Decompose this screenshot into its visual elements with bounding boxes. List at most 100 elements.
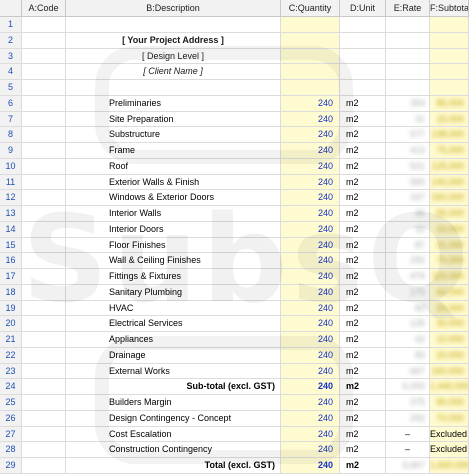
cell-quantity[interactable]: 240: [281, 410, 340, 426]
row-number[interactable]: 16: [0, 253, 22, 268]
total-quantity[interactable]: 240: [281, 458, 340, 473]
cell-rate[interactable]: 292: [386, 253, 430, 268]
cell-quantity[interactable]: 240: [281, 111, 340, 127]
cell-subtotal[interactable]: 85,000: [430, 95, 469, 111]
cell-code[interactable]: [22, 395, 66, 410]
cell-quantity[interactable]: 240: [281, 127, 340, 142]
cell-subtotal[interactable]: 75,000: [430, 143, 469, 158]
row-number[interactable]: 9: [0, 143, 22, 158]
cell-unit[interactable]: m2: [340, 269, 386, 284]
column-header-unit[interactable]: D:Unit: [340, 0, 386, 16]
cell-rate[interactable]: 375: [386, 395, 430, 410]
subtotal-label[interactable]: Sub-total (excl. GST): [66, 379, 281, 394]
column-header-quantity[interactable]: C:Quantity: [281, 0, 340, 16]
cell-unit[interactable]: m2: [340, 426, 386, 442]
row-number[interactable]: 22: [0, 347, 22, 363]
total-label[interactable]: Total (excl. GST): [66, 458, 281, 473]
row-number[interactable]: 14: [0, 221, 22, 237]
cell-quantity[interactable]: 240: [281, 253, 340, 268]
project-address-cell[interactable]: [ Your Project Address ]: [66, 32, 281, 48]
row-number[interactable]: 26: [0, 410, 22, 426]
cell-quantity[interactable]: 240: [281, 158, 340, 174]
cell-subtotal[interactable]: 140,000: [430, 174, 469, 190]
cell-unit[interactable]: m2: [340, 332, 386, 347]
cell-rate[interactable]: 479: [386, 269, 430, 284]
cell-code[interactable]: [22, 284, 66, 300]
cell-rate[interactable]: 87: [386, 237, 430, 253]
cell-rate[interactable]: 46: [386, 206, 430, 221]
cell-code[interactable]: [22, 17, 66, 32]
cell-code[interactable]: [22, 379, 66, 394]
cell-subtotal[interactable]: Excluded: [430, 442, 469, 457]
cell-description[interactable]: Interior Walls: [66, 206, 281, 221]
cell-quantity[interactable]: 240: [281, 442, 340, 457]
cell-code[interactable]: [22, 458, 66, 473]
cell-code[interactable]: [22, 442, 66, 457]
cell-description[interactable]: Design Contingency - Concept: [66, 410, 281, 426]
cell-code[interactable]: [22, 64, 66, 79]
row-number[interactable]: 3: [0, 48, 22, 64]
cell-code[interactable]: [22, 253, 66, 268]
row-number[interactable]: 29: [0, 458, 22, 473]
subtotal-rate[interactable]: 6,000: [386, 379, 430, 394]
cell-description[interactable]: [66, 17, 281, 32]
cell-code[interactable]: [22, 221, 66, 237]
row-number[interactable]: 27: [0, 426, 22, 442]
cell-unit[interactable]: m2: [340, 158, 386, 174]
cell-unit[interactable]: m2: [340, 253, 386, 268]
cell-rate[interactable]: [386, 32, 430, 48]
cell-rate[interactable]: 583: [386, 174, 430, 190]
cell-description[interactable]: Wall & Ceiling Finishes: [66, 253, 281, 268]
cell-description[interactable]: Fittings & Fixtures: [66, 269, 281, 284]
cell-quantity[interactable]: 240: [281, 95, 340, 111]
total-amount[interactable]: 1,600,000: [430, 458, 469, 473]
cell-unit[interactable]: [340, 48, 386, 64]
cell-subtotal[interactable]: [430, 48, 469, 64]
total-unit[interactable]: m2: [340, 458, 386, 473]
cell-description[interactable]: Drainage: [66, 347, 281, 363]
cell-rate[interactable]: [386, 48, 430, 64]
cell-rate[interactable]: 125: [386, 316, 430, 331]
cell-quantity[interactable]: 240: [281, 237, 340, 253]
cell-rate[interactable]: 292: [386, 410, 430, 426]
cell-code[interactable]: [22, 363, 66, 379]
row-number[interactable]: 12: [0, 190, 22, 205]
cell-subtotal[interactable]: 125,000: [430, 158, 469, 174]
cell-unit[interactable]: m2: [340, 395, 386, 410]
cell-rate[interactable]: [386, 64, 430, 79]
cell-unit[interactable]: m2: [340, 111, 386, 127]
row-number[interactable]: 15: [0, 237, 22, 253]
cell-unit[interactable]: [340, 64, 386, 79]
row-number[interactable]: 6: [0, 95, 22, 111]
cell-code[interactable]: [22, 206, 66, 221]
cell-rate[interactable]: 42: [386, 332, 430, 347]
cell-code[interactable]: [22, 190, 66, 205]
cell-rate[interactable]: 167: [386, 190, 430, 205]
column-header-subtotal[interactable]: F:Subtotal: [430, 0, 469, 16]
cell-description[interactable]: Substructure: [66, 127, 281, 142]
cell-unit[interactable]: m2: [340, 237, 386, 253]
column-header-description[interactable]: B:Description: [66, 0, 281, 16]
cell-quantity[interactable]: 240: [281, 347, 340, 363]
cell-unit[interactable]: m2: [340, 300, 386, 316]
cell-subtotal[interactable]: Excluded: [430, 426, 469, 442]
row-number[interactable]: 25: [0, 395, 22, 410]
cell-quantity[interactable]: 240: [281, 332, 340, 347]
row-number[interactable]: 28: [0, 442, 22, 457]
cell-quantity[interactable]: 240: [281, 316, 340, 331]
cell-description[interactable]: Sanitary Plumbing: [66, 284, 281, 300]
cell-unit[interactable]: m2: [340, 316, 386, 331]
cell-unit[interactable]: m2: [340, 190, 386, 205]
cell-unit[interactable]: m2: [340, 127, 386, 142]
cell-code[interactable]: [22, 410, 66, 426]
cell-rate[interactable]: 354: [386, 95, 430, 111]
cell-unit[interactable]: m2: [340, 363, 386, 379]
cell-quantity[interactable]: 240: [281, 190, 340, 205]
cell-subtotal[interactable]: [430, 17, 469, 32]
cell-unit[interactable]: m2: [340, 347, 386, 363]
row-number[interactable]: 18: [0, 284, 22, 300]
cell-quantity[interactable]: 240: [281, 174, 340, 190]
cell-description[interactable]: Builders Margin: [66, 395, 281, 410]
cell-subtotal[interactable]: 90,000: [430, 395, 469, 410]
cell-subtotal[interactable]: 15,000: [430, 111, 469, 127]
